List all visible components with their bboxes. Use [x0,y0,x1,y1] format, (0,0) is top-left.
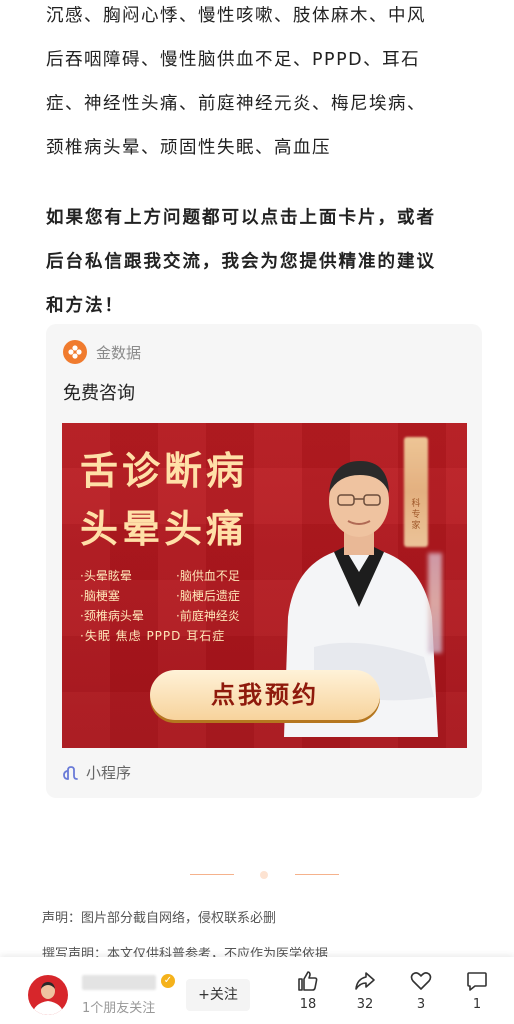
text-line: 颈椎病头晕、顽固性失眠、高血压 [46,138,331,158]
symptom-item: ·失眠 焦虑 PPPD 耳石症 [80,629,226,643]
share-button[interactable]: 32 [345,969,385,1012]
symptom-item: ·颈椎病头晕 [80,609,144,623]
favorite-button[interactable]: 3 [401,969,441,1012]
symptom-list: ·头晕眩晕 ·脑供血不足 ·脑梗塞 ·脑梗后遗症 ·颈椎病头晕 ·前庭神经炎 ·… [80,568,280,644]
paragraph-conditions: 沉感、胸闷心悸、慢性咳嗽、肢体麻木、中风 后吞咽障碍、慢性脑供血不足、PPPD、… [46,0,486,170]
text-line: 沉感、胸闷心悸、慢性咳嗽、肢体麻木、中风 [46,6,426,26]
source-name: 金数据 [96,343,142,362]
text-line: 和方法！ [46,296,124,316]
comment-bubble-icon [467,972,487,991]
book-appointment-button[interactable]: 点我预约 [150,670,380,720]
like-button[interactable]: 18 [288,969,328,1012]
card-title: 免费咨询 [63,383,135,404]
symptom-item: ·前庭神经炎 [176,609,240,623]
promo-banner[interactable]: 舌诊断病 头晕头痛 ·头晕眩晕 ·脑供血不足 ·脑梗塞 ·脑梗后遗症 ·颈椎病头… [62,423,467,748]
text-line: 症、神经性头痛、前庭神经元炎、梅尼埃病、 [46,94,426,114]
banner-title-line2: 头晕头痛 [80,507,249,551]
verified-badge-icon: ✓ [161,974,175,988]
divider-line [295,874,339,875]
divider-dot [260,871,268,879]
card-source: 金数据 [63,340,141,364]
section-divider [0,870,514,880]
follow-button[interactable]: +关注 [186,979,250,1011]
mini-program-card[interactable]: 金数据 免费咨询 舌诊断病 头晕头痛 ·头晕眩晕 ·脑供血不足 ·脑梗塞 ·脑梗… [46,324,482,798]
mini-program-icon [63,765,78,780]
banner-title-line1: 舌诊断病 [80,449,249,493]
share-arrow-icon [355,972,375,990]
favorite-count: 3 [416,997,426,1012]
bottom-action-bar: ✓ 1个朋友关注 +关注 18 32 3 1 [0,957,514,1024]
paragraph-call-to-action: 如果您有上方问题都可以点击上面卡片，或者 后台私信跟我交流，我会为您提供精准的建… [46,196,486,328]
mini-program-label: 小程序 [86,764,132,782]
symptom-item: ·脑梗后遗症 [176,589,240,603]
divider-line [190,874,234,875]
thumbs-up-icon [298,971,318,991]
disclaimer-line: 声明：图片部分截自网络，侵权联系必删 [42,911,277,926]
article-body: 沉感、胸闷心悸、慢性咳嗽、肢体麻木、中风 后吞咽障碍、慢性脑供血不足、PPPD、… [46,0,486,328]
heart-icon [410,972,432,990]
like-count: 18 [299,997,317,1012]
blurred-strip [428,553,442,653]
flower-logo-icon [63,340,87,364]
text-line: 后吞咽障碍、慢性脑供血不足、PPPD、耳石 [46,50,421,70]
comment-button[interactable]: 1 [457,969,497,1012]
symptom-item: ·头晕眩晕 [80,569,132,583]
author-name-blurred[interactable] [82,975,156,990]
text-line: 后台私信跟我交流，我会为您提供精准的建议 [46,252,436,272]
card-footer: 小程序 [63,762,131,783]
tag-text: 科专家 [411,499,421,531]
friends-following: 1个朋友关注 [82,1001,156,1016]
comment-count: 1 [472,997,482,1012]
text-line: 如果您有上方问题都可以点击上面卡片，或者 [46,208,436,228]
share-count: 32 [356,997,374,1012]
symptom-item: ·脑梗塞 [80,589,120,603]
author-avatar[interactable] [28,975,68,1015]
symptom-item: ·脑供血不足 [176,569,240,583]
